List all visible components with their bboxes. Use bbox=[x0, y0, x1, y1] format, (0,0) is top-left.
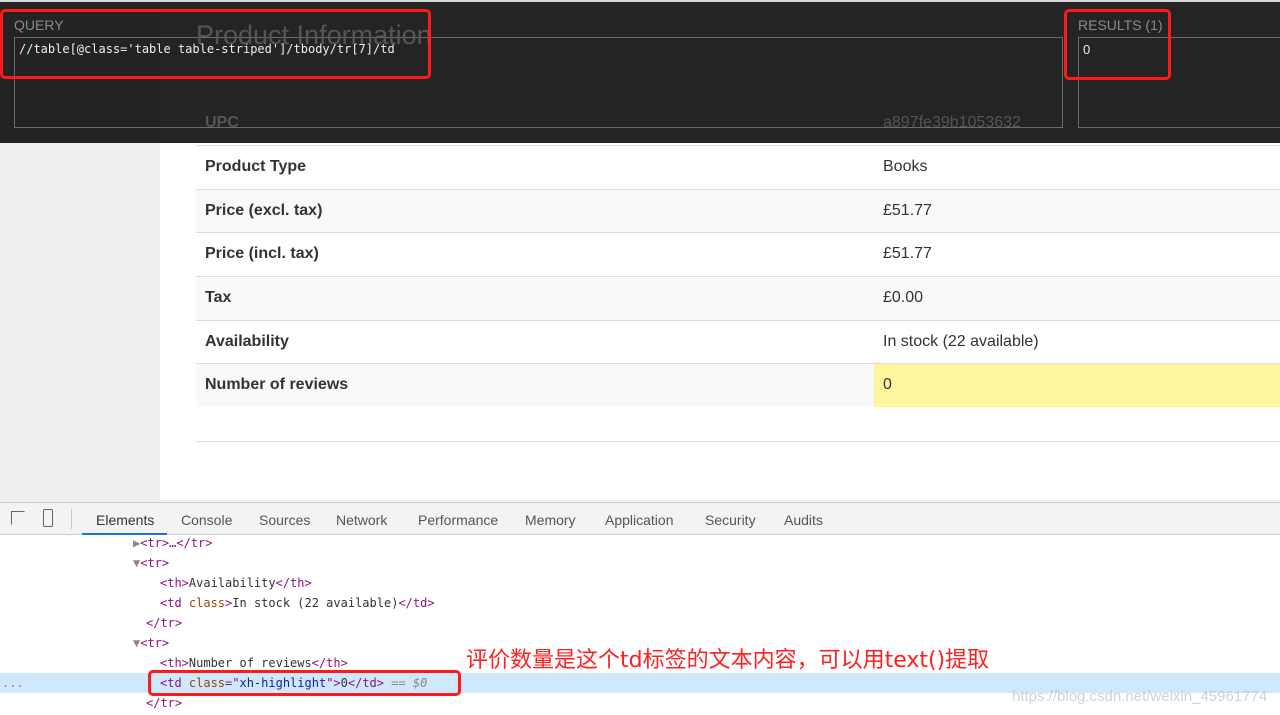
table-row: Product Type Books bbox=[196, 145, 1280, 189]
tag: <td bbox=[160, 596, 189, 610]
row-header: UPC bbox=[205, 114, 239, 131]
divider bbox=[71, 509, 72, 529]
row-header: Price (incl. tax) bbox=[205, 245, 319, 262]
tag: <tr>…</tr> bbox=[140, 536, 213, 550]
table-row: Price (excl. tax) £51.77 bbox=[196, 189, 1280, 233]
row-value: a897fe39b1053632 bbox=[883, 114, 1021, 131]
tag: </tr> bbox=[146, 696, 183, 710]
table-row: Number of reviews 0 bbox=[196, 363, 1280, 407]
dom-node[interactable]: </tr> bbox=[0, 613, 1280, 633]
text-node: In stock (22 available) bbox=[232, 596, 399, 610]
tab-audits[interactable]: Audits bbox=[784, 512, 823, 528]
tab-security[interactable]: Security bbox=[705, 512, 756, 528]
text-node: Availability bbox=[188, 576, 276, 590]
row-value: £51.77 bbox=[883, 245, 932, 262]
device-toolbar-icon[interactable] bbox=[43, 509, 53, 527]
tag: <tr> bbox=[140, 556, 170, 570]
row-header: Availability bbox=[205, 333, 289, 350]
row-value: £0.00 bbox=[883, 289, 924, 306]
dom-node[interactable]: <th>Availability</th> bbox=[0, 573, 1280, 593]
annotation-box-query bbox=[0, 9, 431, 79]
annotation-box-results bbox=[1064, 9, 1171, 80]
table-row: UPC a897fe39b1053632 bbox=[196, 101, 1280, 145]
attr: class bbox=[188, 596, 226, 610]
inspect-element-icon[interactable] bbox=[11, 511, 25, 525]
dom-node[interactable]: ▶<tr>…</tr> bbox=[0, 533, 1280, 553]
tag: </th> bbox=[311, 656, 348, 670]
table-row: Tax £0.00 bbox=[196, 276, 1280, 320]
tag: <tr> bbox=[140, 636, 170, 650]
more-icon[interactable]: ... bbox=[2, 673, 24, 693]
row-header: Product Type bbox=[205, 158, 307, 175]
row-header: Tax bbox=[205, 289, 232, 306]
tab-sources[interactable]: Sources bbox=[259, 512, 310, 528]
row-value: £51.77 bbox=[883, 202, 932, 219]
tab-performance[interactable]: Performance bbox=[418, 512, 498, 528]
tag: </th> bbox=[275, 576, 312, 590]
tag: <th> bbox=[160, 576, 189, 590]
highlighted-value: 0 bbox=[874, 364, 1280, 407]
table-row: Availability In stock (22 available) bbox=[196, 320, 1280, 364]
tab-network[interactable]: Network bbox=[336, 512, 387, 528]
watermark: https://blog.csdn.net/weixin_45961774 bbox=[1012, 688, 1268, 705]
text-node: Number of reviews bbox=[188, 656, 312, 670]
row-value: In stock (22 available) bbox=[883, 333, 1039, 350]
tab-elements[interactable]: Elements bbox=[96, 512, 154, 528]
dom-node[interactable]: <td class>In stock (22 available)</td> bbox=[0, 593, 1280, 613]
row-header: Number of reviews bbox=[205, 376, 349, 393]
dom-node[interactable]: ▼<tr> bbox=[0, 553, 1280, 573]
tab-console[interactable]: Console bbox=[181, 512, 232, 528]
tag: <th> bbox=[160, 656, 189, 670]
annotation-box-td bbox=[148, 670, 461, 696]
divider bbox=[196, 441, 1280, 442]
devtools-toolbar: Elements Console Sources Network Perform… bbox=[0, 502, 1280, 535]
tag: </td> bbox=[398, 596, 435, 610]
tab-memory[interactable]: Memory bbox=[525, 512, 576, 528]
table-row: Price (incl. tax) £51.77 bbox=[196, 232, 1280, 276]
tag: </tr> bbox=[146, 616, 183, 630]
tab-application[interactable]: Application bbox=[605, 512, 674, 528]
row-header: Price (excl. tax) bbox=[205, 202, 323, 219]
row-value: Books bbox=[883, 158, 928, 175]
annotation-text: 评价数量是这个td标签的文本内容，可以用text()提取 bbox=[466, 648, 990, 673]
